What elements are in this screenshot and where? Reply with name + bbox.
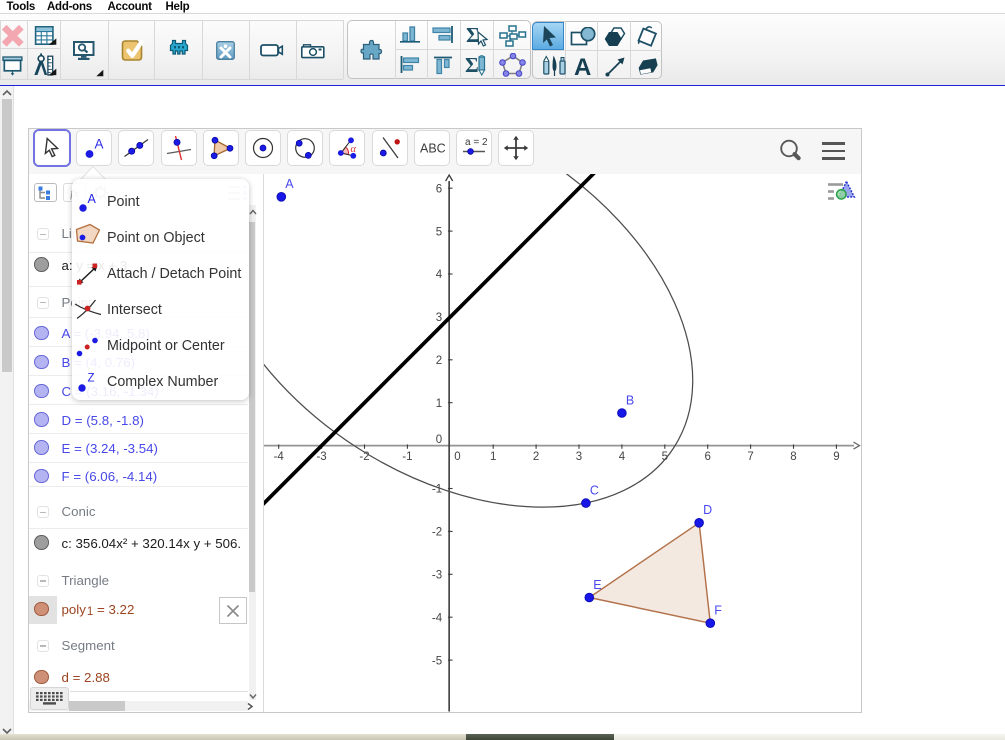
svg-text:-3: -3 [431,570,441,582]
svg-text:8: 8 [790,451,796,463]
svg-text:4: 4 [435,269,442,281]
svg-text:3: 3 [435,312,441,324]
svg-text:-3: -3 [316,451,326,463]
svg-text:A: A [285,177,294,191]
svg-text:6: 6 [435,183,441,195]
svg-text:3: 3 [575,451,581,463]
svg-text:-1: -1 [402,451,412,463]
svg-text:1: 1 [435,398,441,410]
svg-text:-5: -5 [431,655,441,667]
svg-text:-4: -4 [273,451,284,463]
svg-text:0: 0 [454,451,460,463]
svg-text:7: 7 [747,451,753,463]
svg-text:0: 0 [435,434,441,446]
svg-text:a = 2: a = 2 [465,137,487,148]
svg-text:E: E [593,578,601,592]
svg-text:2: 2 [532,451,538,463]
svg-text:9: 9 [833,451,839,463]
svg-text:B: B [625,393,633,407]
svg-text:ABC: ABC [420,141,445,155]
svg-text:α: α [351,144,357,155]
svg-text:-2: -2 [431,527,441,539]
svg-text:4: 4 [618,451,625,463]
svg-text:D: D [703,503,712,517]
svg-text:Z: Z [88,373,95,385]
svg-text:F: F [714,604,722,618]
svg-text:A: A [88,192,97,206]
svg-text:C: C [589,484,598,498]
svg-text:A: A [95,136,104,151]
svg-text:6: 6 [704,451,710,463]
svg-text:2: 2 [435,355,441,367]
svg-text:-4: -4 [431,612,442,624]
svg-text:5: 5 [435,226,441,238]
svg-text:1: 1 [489,451,495,463]
svg-text:Σ: Σ [465,53,479,77]
svg-text:A: A [574,54,591,79]
